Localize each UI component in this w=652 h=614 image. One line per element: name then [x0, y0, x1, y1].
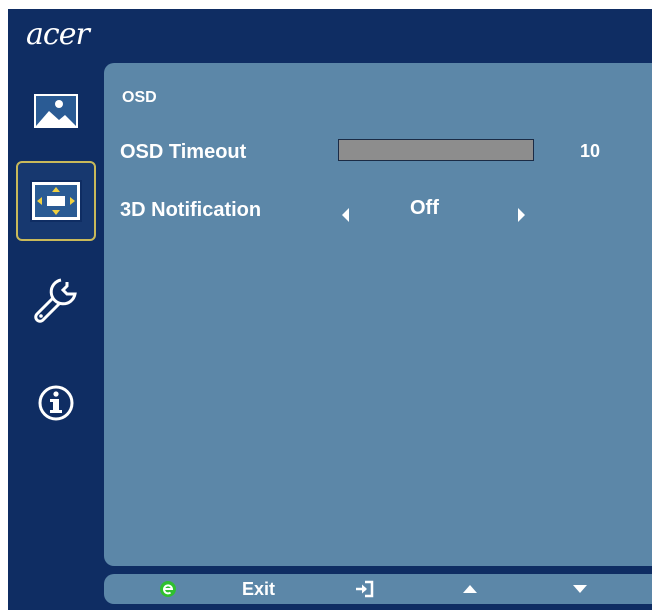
osd-timeout-value: 10 [580, 141, 601, 161]
osd-timeout-slider[interactable] [338, 139, 534, 161]
3d-notification-left-arrow-icon[interactable] [342, 208, 349, 222]
sidebar [8, 71, 104, 531]
enter-button[interactable] [354, 574, 374, 604]
down-button[interactable] [572, 574, 588, 604]
3d-notification-value: Off [410, 197, 439, 219]
sidebar-item-osd[interactable] [16, 161, 96, 241]
sidebar-item-setting[interactable] [16, 259, 96, 339]
exit-button[interactable]: Exit [242, 574, 275, 604]
down-arrow-icon [573, 585, 587, 593]
3d-notification-label: 3D Notification [120, 199, 262, 221]
info-icon [38, 385, 74, 421]
up-button[interactable] [462, 574, 478, 604]
landscape-picture-icon [32, 92, 80, 130]
osd-settings-panel: OSD OSD Timeout 10 3D Notification Off [104, 63, 652, 566]
sidebar-item-picture[interactable] [16, 71, 96, 151]
osd-timeout-label: OSD Timeout [120, 141, 247, 163]
empowering-button[interactable] [159, 574, 177, 604]
wrench-icon [34, 278, 77, 323]
bottom-bar: Exit [104, 574, 652, 604]
empowering-e-icon [160, 581, 176, 597]
osd-menu: acer OSD OSD Timeout 10 3D Notification … [8, 9, 652, 610]
sidebar-item-information[interactable] [16, 363, 96, 443]
osd-position-icon [30, 180, 82, 222]
acer-logo: acer [26, 17, 90, 52]
enter-icon [356, 580, 374, 598]
3d-notification-right-arrow-icon[interactable] [518, 208, 525, 222]
panel-title: OSD [122, 89, 157, 106]
osd-timeout-slider-fill [339, 140, 533, 160]
up-arrow-icon [463, 585, 477, 593]
